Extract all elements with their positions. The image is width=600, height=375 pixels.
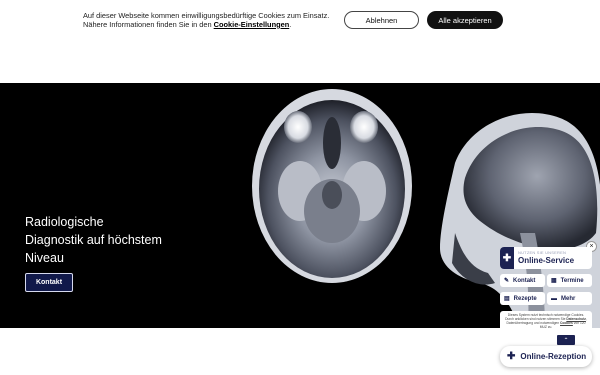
cookie-period: . <box>289 19 292 29</box>
online-rezeption-label: Online-Rezeption <box>520 352 587 361</box>
online-rezeption-button[interactable]: ✚ Online-Rezeption <box>500 346 592 367</box>
plus-icon: ✚ <box>507 351 516 362</box>
brainstem <box>322 181 342 209</box>
service-button-label: Kontakt <box>513 277 536 284</box>
plus-icon: ✚ <box>500 247 514 269</box>
service-termine-button[interactable]: ▦ Termine <box>547 274 592 287</box>
hero-contact-button[interactable]: Kontakt <box>25 273 73 292</box>
service-button-label: Mehr <box>561 295 576 302</box>
hero-title: Radiologische Diagnostik auf höchstem Ni… <box>25 215 162 265</box>
nasal-cavity <box>323 117 341 169</box>
online-service-subtitle: NUTZEN SIE UNSEREN <box>518 250 567 255</box>
eye-left <box>284 111 312 143</box>
cookie-banner: Auf dieser Webseite kommen einwilligungs… <box>0 0 600 83</box>
service-button-label: Termine <box>560 277 584 284</box>
online-service-header[interactable]: ✚ NUTZEN SIE UNSEREN Online-Service <box>500 247 592 269</box>
pencil-icon: ✎ <box>504 278 510 284</box>
document-icon: ▤ <box>504 296 510 302</box>
service-mehr-button[interactable]: ▬ Mehr <box>547 292 592 305</box>
service-button-label: Rezepte <box>513 295 537 302</box>
cookies-link[interactable]: Cookies <box>560 321 573 325</box>
accept-all-button[interactable]: Alle akzeptieren <box>427 11 503 29</box>
eye-right <box>350 111 378 143</box>
decline-button[interactable]: Ablehnen <box>344 11 419 29</box>
service-rezepte-button[interactable]: ▤ Rezepte <box>500 292 545 305</box>
cookie-text: Auf dieser Webseite kommen einwilligungs… <box>83 11 333 29</box>
cookie-text-more: Nähere Informationen finden Sie in den <box>83 19 212 29</box>
service-privacy-note: Dieses System nutzt technisch notwendige… <box>500 311 592 335</box>
service-kontakt-button[interactable]: ✎ Kontakt <box>500 274 545 287</box>
chevron-up-icon[interactable]: ⌃ <box>557 335 575 345</box>
more-icon: ▬ <box>551 295 557 302</box>
cookie-settings-link[interactable]: Cookie-Einstellungen <box>214 20 290 29</box>
online-service-title: Online-Service <box>518 256 575 265</box>
calendar-icon: ▦ <box>551 278 557 284</box>
